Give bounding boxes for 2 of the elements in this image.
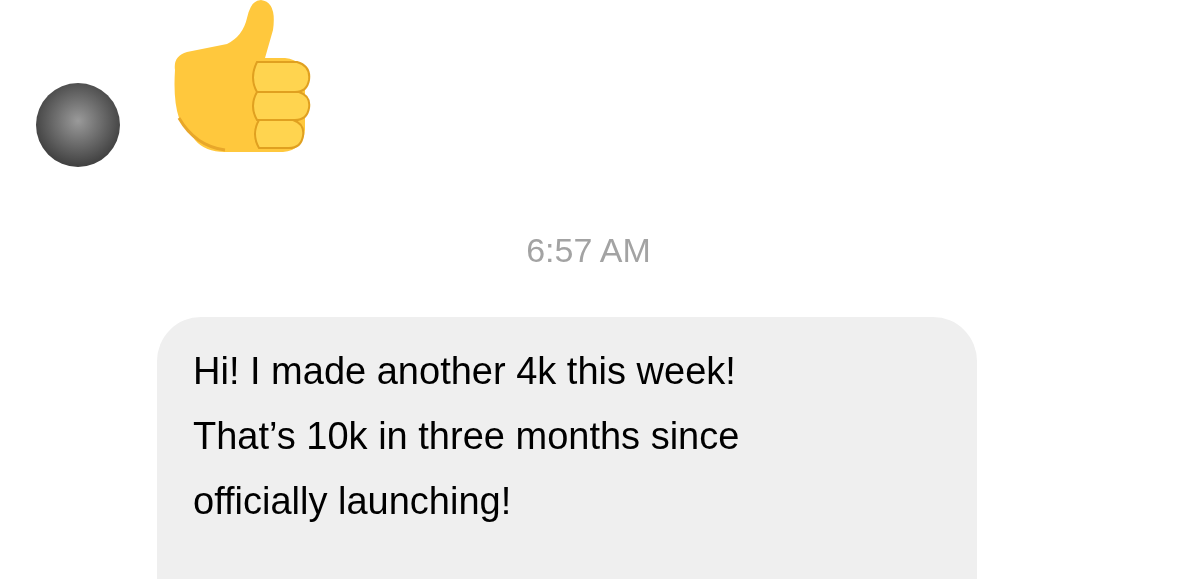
message-text: Hi! I made another 4k this week! That’s 10k in three months since officially launching! [193, 349, 741, 524]
message-timestamp: 6:57 AM [526, 230, 651, 270]
